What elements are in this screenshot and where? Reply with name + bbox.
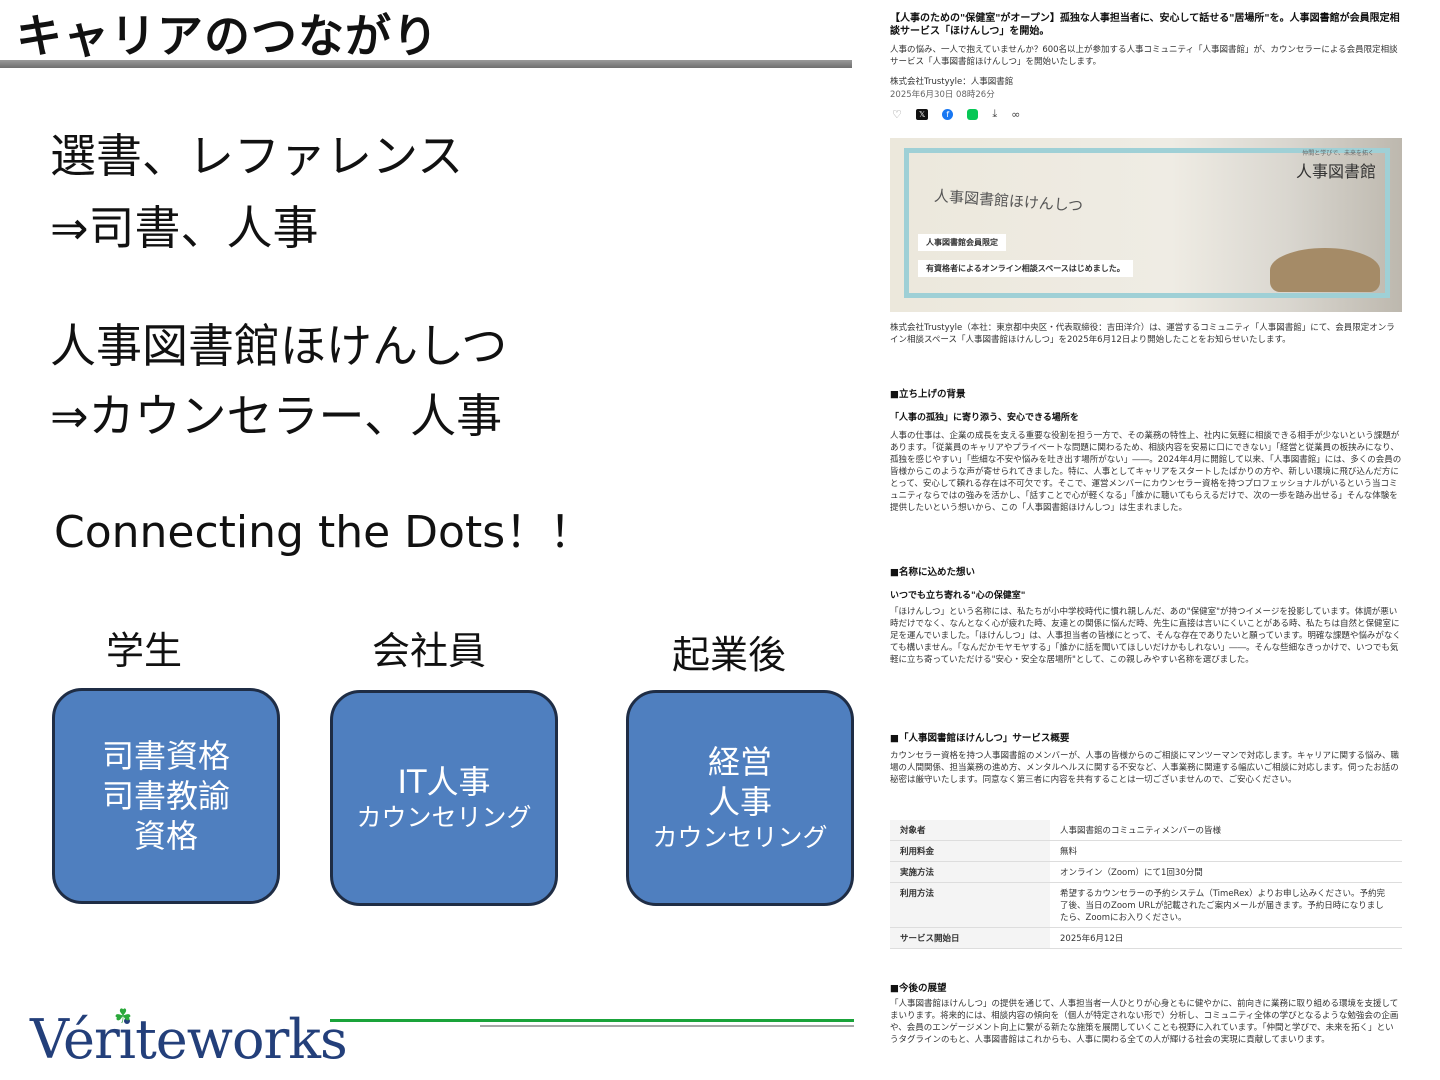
box-text: 経営 <box>707 743 772 782</box>
footer-gray-line <box>480 1025 854 1027</box>
section-outlook-body: 「人事図書館ほけんしつ」の提供を通じて、人事担当者一人ひとりが心身ともに健やかに… <box>890 999 1399 1045</box>
line-share-icon[interactable] <box>967 108 979 120</box>
section-background-title: ■立ち上げの背景 <box>890 389 966 400</box>
section-outlook-title: ■今後の展望 <box>890 983 947 994</box>
stage-label-employee: 会社員 <box>372 629 487 673</box>
table-value: 2025年6月12日 <box>1050 927 1402 949</box>
clover-icon: ☘ <box>114 1004 132 1028</box>
stage-label-student: 学生 <box>106 629 183 673</box>
box-text: カウンセリング <box>356 803 532 833</box>
footer-green-line <box>330 1019 854 1022</box>
article-lead: 人事の悩み、一人で抱えていませんか？600名以上が参加する人事コミュニティ「人事… <box>890 45 1398 67</box>
table-value: 人事図書館のコミュニティメンバーの皆様 <box>1050 820 1402 841</box>
article-date: 2025年6月30日 08時26分 <box>890 90 995 100</box>
box-text: 資格 <box>133 817 198 855</box>
table-key: 利用料金 <box>890 840 1050 862</box>
section-background-subtitle: 「人事の孤独」に寄り添う、安心できる場所を <box>890 413 1079 423</box>
text-line-3: 人事図書館ほけんしつ <box>50 319 508 373</box>
article-company: 株式会社Trustyyle：人事図書館 <box>890 77 1014 87</box>
veriteworks-logo: Vériteworks <box>30 1008 348 1071</box>
text-line-4: ⇒カウンセラー、人事 <box>50 389 503 443</box>
section-name-title: ■名称に込めた想い <box>890 567 975 578</box>
table-key: サービス開始日 <box>890 927 1050 949</box>
table-row: 利用料金 無料 <box>890 840 1402 862</box>
banner-image: 仲間と学びで、未来を拓く 人事図書館 人事図書館ほけんしつ 人事図書館会員限定 … <box>890 138 1402 312</box>
heart-icon[interactable]: ♡ <box>892 108 902 121</box>
table-key: 対象者 <box>890 820 1050 841</box>
article-intro: 株式会社Trustyyle（本社：東京都中央区・代表取締役：吉田洋介）は、運営す… <box>890 323 1395 345</box>
table-row: 利用方法 希望するカウンセラーの予約システム（TimeRex）よりお申し込みくださ… <box>890 882 1402 928</box>
section-overview-title: ■「人事図書館ほけんしつ」サービス概要 <box>890 733 1070 744</box>
table-row: 実施方法 オンライン（Zoom）にて1回30分間 <box>890 861 1402 883</box>
connecting-dots-text: Connecting the Dots！！ <box>54 507 594 558</box>
box-text: IT人事 <box>397 763 491 802</box>
press-release-article: 【人事のための"保健室"がオープン】孤独な人事担当者に、安心して話せる"居場所"… <box>862 0 1440 1080</box>
table-row: サービス開始日 2025年6月12日 <box>890 927 1402 949</box>
box-text: 司書教諭 <box>101 777 230 815</box>
section-name-subtitle: いつでも立ち寄れる"心の保健室" <box>890 591 1026 601</box>
basket-chair <box>1270 248 1380 292</box>
table-key: 利用方法 <box>890 882 1050 928</box>
link-icon[interactable]: ∞ <box>1011 108 1020 121</box>
stage-box-founder: 経営 人事 カウンセリング <box>626 690 854 906</box>
box-text: 司書資格 <box>101 737 230 775</box>
slide-title: キャリアのつながり <box>16 9 439 63</box>
banner-brand: 人事図書館 <box>1295 162 1376 181</box>
download-icon[interactable]: ⤓ <box>992 107 997 121</box>
box-text: カウンセリング <box>652 823 828 853</box>
section-background-body: 人事の仕事は、企業の成長を支える重要な役割を担う一方で、その業務の特性上、社内に… <box>890 431 1402 513</box>
stage-box-employee: IT人事 カウンセリング <box>330 690 558 906</box>
table-value: オンライン（Zoom）にて1回30分間 <box>1050 861 1402 883</box>
table-key: 実施方法 <box>890 861 1050 883</box>
text-line-1: 選書、レファレンス <box>50 129 464 183</box>
stage-label-founder: 起業後 <box>672 633 787 677</box>
title-underline <box>0 60 852 68</box>
stage-box-student: 司書資格 司書教諭 資格 <box>52 688 280 904</box>
section-name-body: 「ほけんしつ」という名称には、私たちが小中学校時代に慣れ親しんだ、あの"保健室"… <box>890 607 1401 665</box>
x-share-icon[interactable]: 𝕏 <box>915 108 929 120</box>
facebook-share-icon[interactable]: f <box>942 108 954 120</box>
banner-tag-members: 人事図書館会員限定 <box>918 234 1006 251</box>
article-headline: 【人事のための"保健室"がオープン】孤独な人事担当者に、安心して話せる"居場所"… <box>890 13 1400 37</box>
service-table: 対象者 人事図書館のコミュニティメンバーの皆様 利用料金 無料 実施方法 オンライン（… <box>890 820 1402 949</box>
table-value: 無料 <box>1050 840 1402 862</box>
banner-tagline: 仲間と学びで、未来を拓く <box>1302 150 1374 157</box>
share-row: ♡ 𝕏 f ⤓ ∞ <box>892 107 1020 121</box>
box-text: 人事 <box>707 783 772 822</box>
table-row: 対象者 人事図書館のコミュニティメンバーの皆様 <box>890 820 1402 841</box>
text-line-2: ⇒司書、人事 <box>50 201 319 255</box>
section-overview-body: カウンセラー資格を持つ人事図書館のメンバーが、人事の皆様からのご相談にマンツーマ… <box>890 751 1399 785</box>
table-value: 希望するカウンセラーの予約システム（TimeRex）よりお申し込みください。予約… <box>1050 882 1402 928</box>
banner-tag-online: 有資格者によるオンライン相談スペースはじめました。 <box>918 260 1133 277</box>
